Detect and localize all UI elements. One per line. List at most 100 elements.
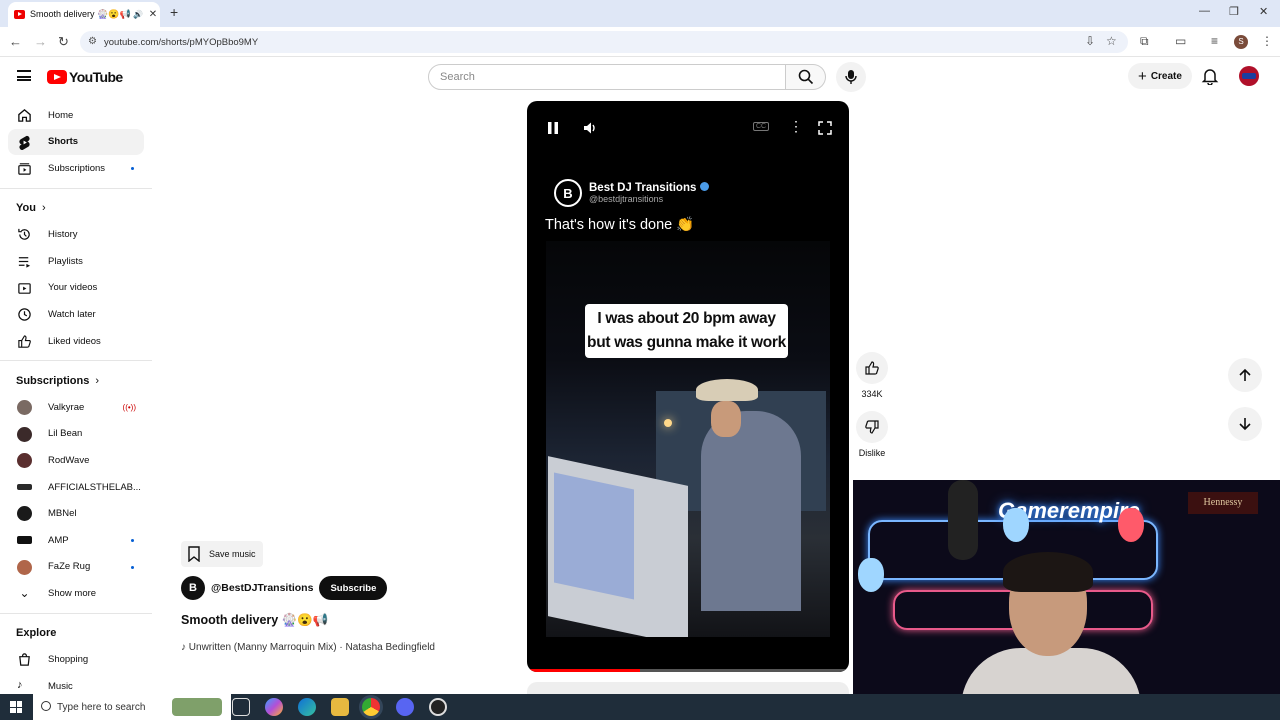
sidebar-item-label: Watch later (48, 308, 96, 320)
youtube-favicon-icon (14, 10, 25, 19)
obs-icon[interactable] (429, 698, 447, 716)
scene-dj (701, 411, 801, 611)
minimize-icon[interactable]: — (1199, 5, 1210, 17)
sidebar-channel-amp[interactable]: AMP (8, 527, 144, 554)
chrome-icon[interactable] (362, 698, 380, 716)
microphone-arm (948, 480, 978, 560)
music-track[interactable]: ♪ Unwritten (Manny Marroquin Mix) · Nata… (181, 642, 435, 653)
sidebar-item-label: Liked videos (48, 335, 101, 347)
channel-avatar[interactable]: B (181, 576, 205, 600)
close-tab-icon[interactable]: ✕ (146, 9, 160, 20)
shorts-player[interactable]: CC ⋮ B Best DJ Transitions @bestdjtransi… (527, 101, 849, 672)
sidebar-item-liked-videos[interactable]: Liked videos (8, 328, 144, 355)
video-frame: I was about 20 bpm away but was gunna ma… (546, 241, 830, 637)
sidebar-channel-mbnel[interactable]: MBNel (8, 500, 144, 527)
more-options-icon[interactable]: ⋮ (789, 118, 803, 135)
sidebar-item-subscriptions[interactable]: Subscriptions (8, 155, 144, 182)
address-bar[interactable]: ⚙ youtube.com/shorts/pMYOpBbo9MY (80, 31, 1128, 53)
divider (0, 612, 152, 614)
music-note-icon: ♪ (181, 642, 189, 653)
video-title[interactable]: Smooth delivery 🎡😮📢 (181, 613, 328, 628)
dislike-label: Dislike (858, 448, 886, 458)
bell-icon (1201, 69, 1219, 86)
browser-tab-strip: Smooth delivery 🎡😮📢 🔊 ✕ + — ❐ ✕ (0, 0, 1280, 27)
site-info-icon[interactable]: ⚙ (88, 36, 97, 47)
notifications-button[interactable] (1201, 67, 1219, 90)
discord-icon[interactable] (396, 698, 414, 716)
fullscreen-icon[interactable] (818, 121, 832, 135)
sidebar-item-watch-later[interactable]: Watch later (8, 301, 144, 328)
microphone-icon (845, 70, 857, 84)
forward-icon[interactable]: → (34, 34, 47, 49)
subscribe-button[interactable]: Subscribe (319, 576, 388, 600)
show-more-button[interactable]: ⌄ Show more (8, 580, 144, 607)
save-music-button[interactable]: Save music (181, 541, 263, 567)
cast-icon[interactable]: ▭ (1175, 34, 1186, 48)
sidebar-item-label: AMP (48, 534, 69, 546)
channel-avatar (17, 483, 32, 490)
webcam-overlay: Gamerempire Hennessy (853, 480, 1280, 720)
next-short-button[interactable] (1228, 407, 1262, 441)
media-controls-icon[interactable]: ≡ (1211, 34, 1218, 48)
captions-icon[interactable]: CC (753, 122, 770, 131)
close-window-icon[interactable]: ✕ (1259, 5, 1268, 18)
voice-search-button[interactable] (836, 62, 866, 92)
new-tab-button[interactable]: + (170, 4, 178, 20)
sidebar-item-music[interactable]: ♪ Music (8, 673, 144, 694)
browser-profile-avatar[interactable]: S (1234, 35, 1248, 49)
save-music-label: Save music (209, 549, 256, 559)
next-short-preview[interactable] (527, 682, 849, 694)
search-button[interactable] (786, 64, 826, 90)
restore-icon[interactable]: ❐ (1229, 5, 1239, 18)
install-app-icon[interactable]: ⇩ (1085, 34, 1095, 48)
sidebar-channel-valkyrae[interactable]: Valkyrae ((•)) (8, 394, 144, 421)
windows-start-icon[interactable] (10, 701, 22, 713)
back-icon[interactable]: ← (9, 34, 22, 49)
pause-icon[interactable] (546, 121, 560, 135)
sidebar-item-playlists[interactable]: Playlists (8, 248, 144, 275)
sidebar-item-history[interactable]: History (8, 221, 144, 248)
edge-icon[interactable] (298, 698, 316, 716)
reload-icon[interactable]: ↻ (58, 34, 69, 50)
task-view-icon[interactable] (232, 698, 250, 716)
dislike-button[interactable]: Dislike (852, 411, 892, 458)
sidebar-item-shopping[interactable]: Shopping (8, 646, 144, 673)
section-title: Subscriptions (16, 374, 90, 387)
channel-name-link[interactable]: @BestDJTransitions (211, 582, 313, 594)
extensions-icon[interactable]: ⧉ (1140, 34, 1149, 49)
sidebar-channel-faze-rug[interactable]: FaZe Rug (8, 554, 144, 581)
sidebar-subscriptions-header[interactable]: Subscriptions › (8, 367, 144, 394)
scene-dj-face (711, 401, 741, 437)
bookmark-star-icon[interactable]: ☆ (1106, 34, 1117, 48)
file-explorer-icon[interactable] (331, 698, 349, 716)
account-avatar[interactable] (1239, 66, 1259, 86)
chrome-menu-icon[interactable]: ⋮ (1261, 34, 1273, 48)
shopping-icon (19, 653, 30, 667)
search-input[interactable]: Search (428, 64, 786, 90)
channel-avatar (17, 506, 32, 522)
sidebar-channel-lil-bean[interactable]: Lil Bean (8, 421, 144, 448)
watch-later-icon (18, 308, 31, 321)
sidebar-item-your-videos[interactable]: Your videos (8, 275, 144, 302)
chevron-right-icon: › (41, 202, 46, 215)
sidebar-item-shorts[interactable]: Shorts (8, 128, 144, 156)
streamer-hair (1003, 552, 1093, 592)
channel-logo: B (554, 179, 582, 207)
previous-short-button[interactable] (1228, 358, 1262, 392)
sidebar-channel-rodwave[interactable]: RodWave (8, 447, 144, 474)
speaker-icon: 🔊 (133, 10, 143, 19)
sidebar-you-header[interactable]: You › (8, 195, 144, 222)
url-text: youtube.com/shorts/pMYOpBbo9MY (104, 36, 259, 48)
volume-icon[interactable] (583, 121, 597, 135)
youtube-logo[interactable]: YouTube (47, 69, 123, 85)
sidebar-channel-afficialsthelab[interactable]: AFFICIALSTHELAB... (8, 474, 144, 501)
sidebar-item-home[interactable]: Home (8, 102, 144, 129)
menu-icon[interactable] (17, 70, 31, 81)
like-button[interactable]: 334K (852, 352, 892, 399)
video-progress-bar[interactable] (527, 669, 849, 672)
browser-tab[interactable]: Smooth delivery 🎡😮📢 🔊 ✕ (8, 2, 160, 27)
copilot-icon[interactable] (265, 698, 283, 716)
scene-cowboy-hat (696, 379, 758, 401)
create-button[interactable]: + Create (1128, 63, 1192, 89)
bookmark-icon (188, 546, 200, 562)
